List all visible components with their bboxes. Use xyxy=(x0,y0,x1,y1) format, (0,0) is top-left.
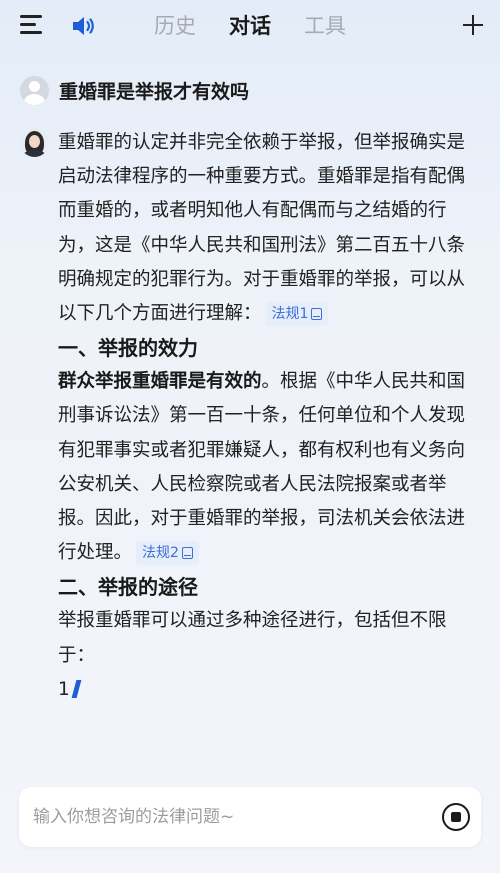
citation-law-1[interactable]: 法规1 xyxy=(265,302,329,327)
book-icon xyxy=(311,308,323,321)
section-title-effect: 一、举报的效力 xyxy=(58,336,198,361)
user-question: 重婚罪是举报才有效吗 xyxy=(59,80,250,103)
stop-icon[interactable] xyxy=(442,803,470,831)
section-body-channels: 举报重婚罪可以通过多种途径进行，包括但不限于： xyxy=(58,610,447,666)
book-icon xyxy=(181,547,193,560)
tab-chat[interactable]: 对话 xyxy=(225,8,300,44)
plus-icon[interactable] xyxy=(462,14,484,36)
citation-law-2[interactable]: 法规2 xyxy=(136,541,199,566)
tab-bar: 历史 对话 工具 xyxy=(150,8,375,44)
list-item-start: 1 xyxy=(58,673,482,707)
tab-history[interactable]: 历史 xyxy=(150,8,225,44)
speaker-icon[interactable] xyxy=(70,13,96,39)
assistant-avatar xyxy=(20,128,49,157)
menu-icon[interactable] xyxy=(20,15,44,37)
top-bar: 历史 对话 工具 xyxy=(0,0,500,52)
question-input[interactable] xyxy=(33,801,413,833)
tab-tools[interactable]: 工具 xyxy=(300,8,375,44)
section-highlight: 群众举报重婚罪是有效的 xyxy=(58,371,262,393)
assistant-answer: 重婚罪的认定并非完全依赖于举报，但举报确实是启动法律程序的一种重要方式。重婚罪是… xyxy=(58,126,482,707)
user-avatar xyxy=(20,75,49,105)
user-message: 重婚罪是举报才有效吗 xyxy=(20,74,249,106)
chat-input-bar xyxy=(19,787,481,847)
section-body-effect: 群众举报重婚罪是有效的。根据《中华人民共和国刑事诉讼法》第一百一十条，任何单位和… xyxy=(58,371,466,566)
answer-intro: 重婚罪的认定并非完全依赖于举报，但举报确实是启动法律程序的一种重要方式。重婚罪是… xyxy=(58,132,466,327)
section-title-channels: 二、举报的途径 xyxy=(58,575,198,600)
typing-cursor xyxy=(71,679,82,698)
